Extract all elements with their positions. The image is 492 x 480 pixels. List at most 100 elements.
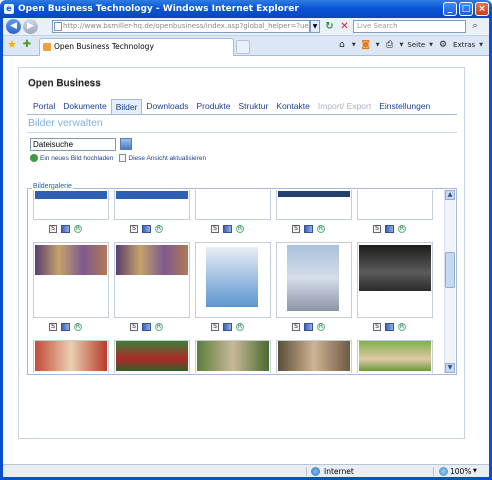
nav-tab-dokumente[interactable]: Dokumente [59, 99, 110, 113]
forward-button[interactable]: ▶ [23, 19, 38, 34]
rotate-icon[interactable]: R [155, 225, 163, 233]
rotate-icon[interactable]: R [398, 323, 406, 331]
home-dropdown-icon[interactable]: ▼ [352, 42, 356, 48]
thumbnail-image[interactable] [35, 191, 107, 199]
tools-menu[interactable]: Extras [453, 41, 475, 49]
image-thumbnail[interactable] [357, 242, 433, 318]
image-thumbnail[interactable] [357, 340, 433, 373]
image-thumbnail[interactable] [33, 242, 109, 318]
file-search-input[interactable]: Dateisuche [30, 138, 116, 151]
view-icon[interactable] [61, 323, 70, 331]
gallery-scrollbar[interactable]: ▲ ▼ [444, 190, 455, 373]
image-thumbnail[interactable] [114, 190, 190, 220]
tools-icon[interactable]: ⚙ [437, 39, 449, 51]
rotate-icon[interactable]: R [74, 323, 82, 331]
view-icon[interactable] [304, 323, 313, 331]
edit-icon[interactable]: S [211, 225, 219, 233]
image-thumbnail[interactable] [357, 190, 433, 220]
thumbnail-image[interactable] [35, 245, 107, 275]
edit-icon[interactable]: S [49, 323, 57, 331]
image-thumbnail[interactable] [33, 190, 109, 220]
thumbnail-image[interactable] [287, 245, 339, 311]
add-favorite-icon[interactable]: ✚ [21, 39, 33, 51]
favorites-star-icon[interactable]: ★ [6, 39, 18, 51]
refresh-view-link[interactable]: Diese Ansicht aktualisieren [119, 154, 206, 162]
edit-icon[interactable]: S [373, 225, 381, 233]
scroll-thumb[interactable] [445, 252, 455, 288]
view-icon[interactable] [223, 323, 232, 331]
rotate-icon[interactable]: R [236, 323, 244, 331]
feeds-icon[interactable]: ◙ [360, 39, 372, 51]
upload-image-link[interactable]: Ein neues Bild hochladen [30, 154, 113, 162]
thumbnail-image[interactable] [359, 245, 431, 291]
nav-tab-einstellungen[interactable]: Einstellungen [375, 99, 434, 113]
rotate-icon[interactable]: R [74, 225, 82, 233]
zoom-dropdown-icon[interactable]: ▼ [473, 466, 477, 477]
view-icon[interactable] [142, 323, 151, 331]
edit-icon[interactable]: S [211, 323, 219, 331]
view-icon[interactable] [223, 225, 232, 233]
nav-tab-produkte[interactable]: Produkte [192, 99, 234, 113]
maximize-button[interactable]: □ [459, 2, 473, 16]
rotate-icon[interactable]: R [398, 225, 406, 233]
close-button[interactable]: × [475, 2, 489, 16]
thumbnail-image[interactable] [278, 341, 350, 371]
url-dropdown-button[interactable]: ▼ [310, 20, 320, 33]
file-search-button[interactable] [120, 138, 132, 150]
edit-icon[interactable]: S [130, 225, 138, 233]
edit-icon[interactable]: S [292, 323, 300, 331]
thumbnail-image[interactable] [116, 341, 188, 371]
view-icon[interactable] [61, 225, 70, 233]
back-button[interactable]: ◀ [6, 19, 21, 34]
thumbnail-image[interactable] [206, 247, 258, 307]
image-thumbnail[interactable] [33, 340, 109, 373]
view-icon[interactable] [385, 323, 394, 331]
image-thumbnail[interactable] [114, 340, 190, 373]
view-icon[interactable] [304, 225, 313, 233]
thumbnail-image[interactable] [278, 191, 350, 197]
page-menu[interactable]: Seite [407, 41, 425, 49]
new-tab-button[interactable] [236, 40, 250, 54]
refresh-icon[interactable]: ↻ [323, 20, 336, 33]
thumbnail-image[interactable] [116, 191, 188, 199]
edit-icon[interactable]: S [292, 225, 300, 233]
thumbnail-image[interactable] [35, 341, 107, 371]
print-dropdown-icon[interactable]: ▼ [400, 42, 404, 48]
view-icon[interactable] [142, 225, 151, 233]
edit-icon[interactable]: S [130, 323, 138, 331]
thumbnail-image[interactable] [116, 245, 188, 275]
zoom-icon[interactable] [439, 467, 448, 476]
stop-icon[interactable]: ✕ [338, 20, 351, 33]
edit-icon[interactable]: S [373, 323, 381, 331]
browser-tab[interactable]: Open Business Technology [39, 38, 234, 56]
rotate-icon[interactable]: R [236, 225, 244, 233]
image-thumbnail[interactable] [195, 340, 271, 373]
edit-icon[interactable]: S [49, 225, 57, 233]
rotate-icon[interactable]: R [317, 225, 325, 233]
tools-dropdown-icon[interactable]: ▼ [479, 42, 483, 48]
image-thumbnail[interactable] [114, 242, 190, 318]
nav-tab-struktur[interactable]: Struktur [235, 99, 273, 113]
image-thumbnail[interactable] [276, 242, 352, 318]
url-input[interactable]: http://www.bsmiller-hq.de/openbusiness/i… [52, 20, 310, 33]
thumbnail-image[interactable] [359, 341, 431, 371]
nav-tab-kontakte[interactable]: Kontakte [272, 99, 314, 113]
zoom-level[interactable]: 100% [450, 466, 471, 477]
scroll-up-button[interactable]: ▲ [445, 190, 455, 200]
nav-tab-bilder[interactable]: Bilder [110, 98, 143, 114]
page-dropdown-icon[interactable]: ▼ [429, 42, 433, 48]
nav-tab-portal[interactable]: Portal [29, 99, 59, 113]
image-thumbnail[interactable] [276, 190, 352, 220]
thumbnail-image[interactable] [197, 341, 269, 371]
image-thumbnail[interactable] [195, 190, 271, 220]
scroll-down-button[interactable]: ▼ [445, 363, 455, 373]
view-icon[interactable] [385, 225, 394, 233]
search-input[interactable]: Live Search [353, 20, 466, 33]
home-icon[interactable]: ⌂ [336, 39, 348, 51]
image-thumbnail[interactable] [195, 242, 271, 318]
print-icon[interactable]: ⎙ [384, 39, 396, 51]
image-thumbnail[interactable] [276, 340, 352, 373]
rotate-icon[interactable]: R [317, 323, 325, 331]
feeds-dropdown-icon[interactable]: ▼ [376, 42, 380, 48]
minimize-button[interactable]: _ [443, 2, 457, 16]
